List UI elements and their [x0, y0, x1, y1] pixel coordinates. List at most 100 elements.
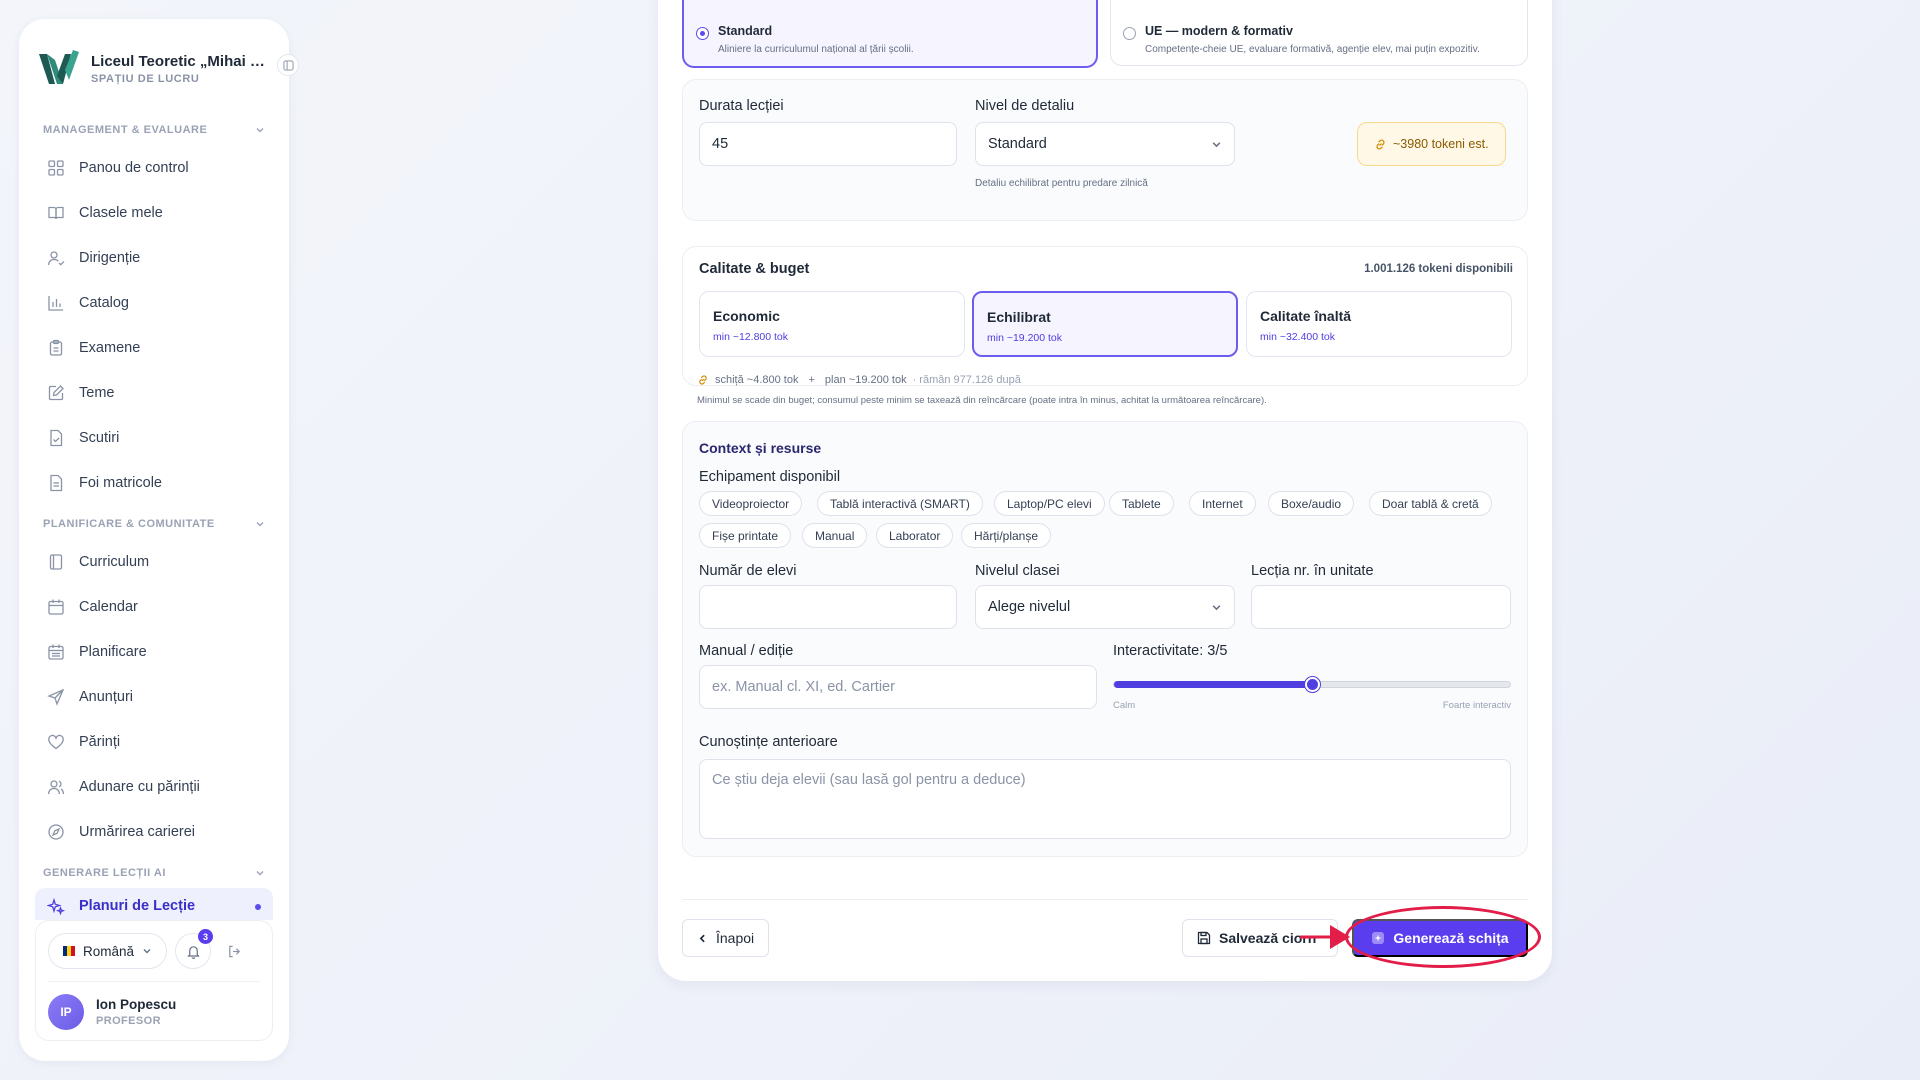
book-icon: [49, 553, 63, 570]
sidebar-item-urmarirea-carierei[interactable]: Urmărirea carierei: [35, 809, 273, 854]
lesson-number-input[interactable]: [1251, 585, 1511, 629]
equipment-chip[interactable]: Internet: [1189, 491, 1256, 516]
user-profile[interactable]: IP Ion Popescu PROFESOR: [48, 981, 260, 1030]
duration-label: Durata lecției: [699, 98, 784, 114]
chevron-down-icon: [256, 522, 264, 527]
user-check-icon: [47, 250, 65, 266]
detail-level-select[interactable]: Standard: [975, 122, 1235, 166]
sidebar-item-curriculum[interactable]: Curriculum: [35, 539, 273, 584]
save-icon: [1197, 931, 1211, 945]
sidebar-item-planuri-de-lectie[interactable]: Planuri de Lecție: [35, 888, 273, 920]
sidebar-item-examene[interactable]: Examene: [35, 325, 273, 370]
edit-note-icon: [48, 384, 64, 400]
nav-section-generare-lectii[interactable]: GENERARE LECȚII AI: [35, 858, 273, 888]
interactivity-slider[interactable]: [1113, 677, 1511, 692]
chevron-down-icon: [143, 949, 151, 954]
brand: Liceul Teoretic „Mihai Emi… SPAȚIU DE LU…: [19, 19, 299, 101]
tier-echilibrat[interactable]: Echilibrat min ~19.200 tok: [972, 291, 1238, 357]
sidebar-item-catalog[interactable]: Catalog: [35, 280, 273, 325]
sidebar: Liceul Teoretic „Mihai Emi… SPAȚIU DE LU…: [19, 19, 299, 1061]
sparkles-icon: [47, 898, 65, 916]
sidebar-item-anunturi[interactable]: Anunțuri: [35, 674, 273, 719]
equipment-chip[interactable]: Doar tablă & cretă: [1369, 491, 1492, 516]
book-open-icon: [48, 206, 64, 219]
link-icon: [1376, 139, 1385, 149]
quality-budget-panel: Calitate & buget 1.001.126 tokeni dispon…: [682, 246, 1528, 406]
sidebar-item-planificare[interactable]: Planificare: [35, 629, 273, 674]
user-name: Ion Popescu: [96, 997, 177, 1012]
file-text-icon: [50, 474, 63, 491]
duration-input[interactable]: [699, 122, 957, 166]
sidebar-item-adunare-cu-parintii[interactable]: Adunare cu părinții: [35, 764, 273, 809]
approach-radio-standard[interactable]: [696, 27, 709, 40]
class-level-select[interactable]: Alege nivelul: [975, 585, 1235, 629]
highlight-annotation-ellipse: [1345, 906, 1541, 968]
chevron-down-icon: [256, 871, 264, 876]
collapse-sidebar-button[interactable]: [277, 54, 299, 76]
interactivity-slider-fill: [1114, 681, 1312, 688]
sidebar-nav: MANAGEMENT & EVALUARE Panou de control C…: [19, 101, 289, 920]
prior-knowledge-label: Cunoștințe anterioare: [699, 734, 838, 750]
sidebar-item-foi-matricole[interactable]: Foi matricole: [35, 460, 273, 505]
equipment-chip[interactable]: Fișe printate: [699, 523, 792, 548]
manual-label: Manual / ediție: [699, 643, 794, 659]
nav-section-management[interactable]: MANAGEMENT & EVALUARE: [35, 115, 273, 145]
interactivity-slider-thumb[interactable]: [1305, 677, 1320, 692]
sidebar-item-parinti[interactable]: Părinți: [35, 719, 273, 764]
clipboard-icon: [49, 339, 63, 356]
equipment-chip[interactable]: Tablă interactivă (SMART): [817, 491, 983, 516]
bell-icon: [186, 945, 200, 959]
logout-icon: [228, 945, 240, 957]
sidebar-item-scutiri[interactable]: Scutiri: [35, 415, 273, 460]
sidebar-item-clasele-mele[interactable]: Clasele mele: [35, 190, 273, 235]
language-selector[interactable]: Română: [48, 933, 168, 969]
budget-note: Minimul se scade din buget; consumul pes…: [697, 395, 1267, 406]
equipment-chip[interactable]: Videoproiector: [699, 491, 803, 516]
notifications-count-badge: 3: [198, 929, 214, 944]
tier-calitate-inalta[interactable]: Calitate înaltă min ~32.400 tok: [1246, 291, 1512, 357]
approach-radio-ue[interactable]: [1123, 27, 1136, 40]
chevron-down-icon: [1212, 141, 1221, 147]
interactivity-max-label: Foarte interactiv: [1442, 700, 1511, 711]
send-icon: [47, 688, 65, 706]
language-label: Română: [83, 943, 135, 959]
logout-button[interactable]: [219, 933, 249, 969]
token-estimate-badge: ~3980 tokeni est.: [1357, 122, 1506, 166]
notifications-button[interactable]: 3: [175, 929, 214, 969]
compass-icon: [48, 823, 64, 840]
class-level-label: Nivelul clasei: [975, 563, 1060, 579]
equipment-chip[interactable]: Hărți/planșe: [961, 523, 1052, 548]
manual-input[interactable]: [699, 665, 1097, 709]
sidebar-item-panou-de-control[interactable]: Panou de control: [35, 145, 273, 190]
avatar: IP: [48, 994, 84, 1030]
lesson-settings-panel: Durata lecției Nivel de detaliu Standard…: [682, 79, 1528, 221]
students-count-input[interactable]: [699, 585, 957, 629]
nav-section-planificare[interactable]: PLANIFICARE & COMUNITATE: [35, 509, 273, 539]
annotation-arrow-icon: [1300, 925, 1350, 949]
approach-option-standard[interactable]: Standard Aliniere la curriculumul națion…: [682, 0, 1098, 68]
equipment-chip[interactable]: Boxe/audio: [1268, 491, 1355, 516]
students-count-label: Număr de elevi: [699, 563, 797, 579]
prior-knowledge-textarea[interactable]: [699, 759, 1511, 839]
calendar-icon: [48, 599, 64, 615]
school-logo-icon: [39, 50, 79, 84]
sidebar-item-dirigentie[interactable]: Dirigenție: [35, 235, 273, 280]
equipment-chip[interactable]: Laborator: [876, 523, 954, 548]
active-indicator-dot: [255, 904, 261, 910]
sidebar-item-calendar[interactable]: Calendar: [35, 584, 273, 629]
equipment-chip[interactable]: Manual: [802, 523, 868, 548]
approach-option-ue[interactable]: UE — modern & formativ Competențe-cheie …: [1110, 0, 1528, 66]
context-resources-panel: Context și resurse Echipament disponibil…: [682, 421, 1528, 857]
sidebar-footer: Română 3 IP Ion Popescu PROFESOR: [35, 920, 273, 1041]
detail-level-hint: Detaliu echilibrat pentru predare zilnic…: [975, 178, 1148, 189]
sidebar-collapse-icon: [282, 59, 294, 71]
available-tokens: 1.001.126 tokeni disponibili: [1364, 263, 1513, 275]
sidebar-item-teme[interactable]: Teme: [35, 370, 273, 415]
equipment-chip[interactable]: Laptop/PC elevi: [994, 491, 1105, 516]
link-icon: [699, 375, 707, 385]
tier-economic[interactable]: Economic min ~12.800 tok: [699, 291, 965, 357]
equipment-chip[interactable]: Tablete: [1109, 491, 1174, 516]
quality-title: Calitate & buget: [699, 261, 810, 277]
back-button[interactable]: Înapoi: [682, 919, 770, 957]
bar-chart-icon: [48, 295, 63, 311]
